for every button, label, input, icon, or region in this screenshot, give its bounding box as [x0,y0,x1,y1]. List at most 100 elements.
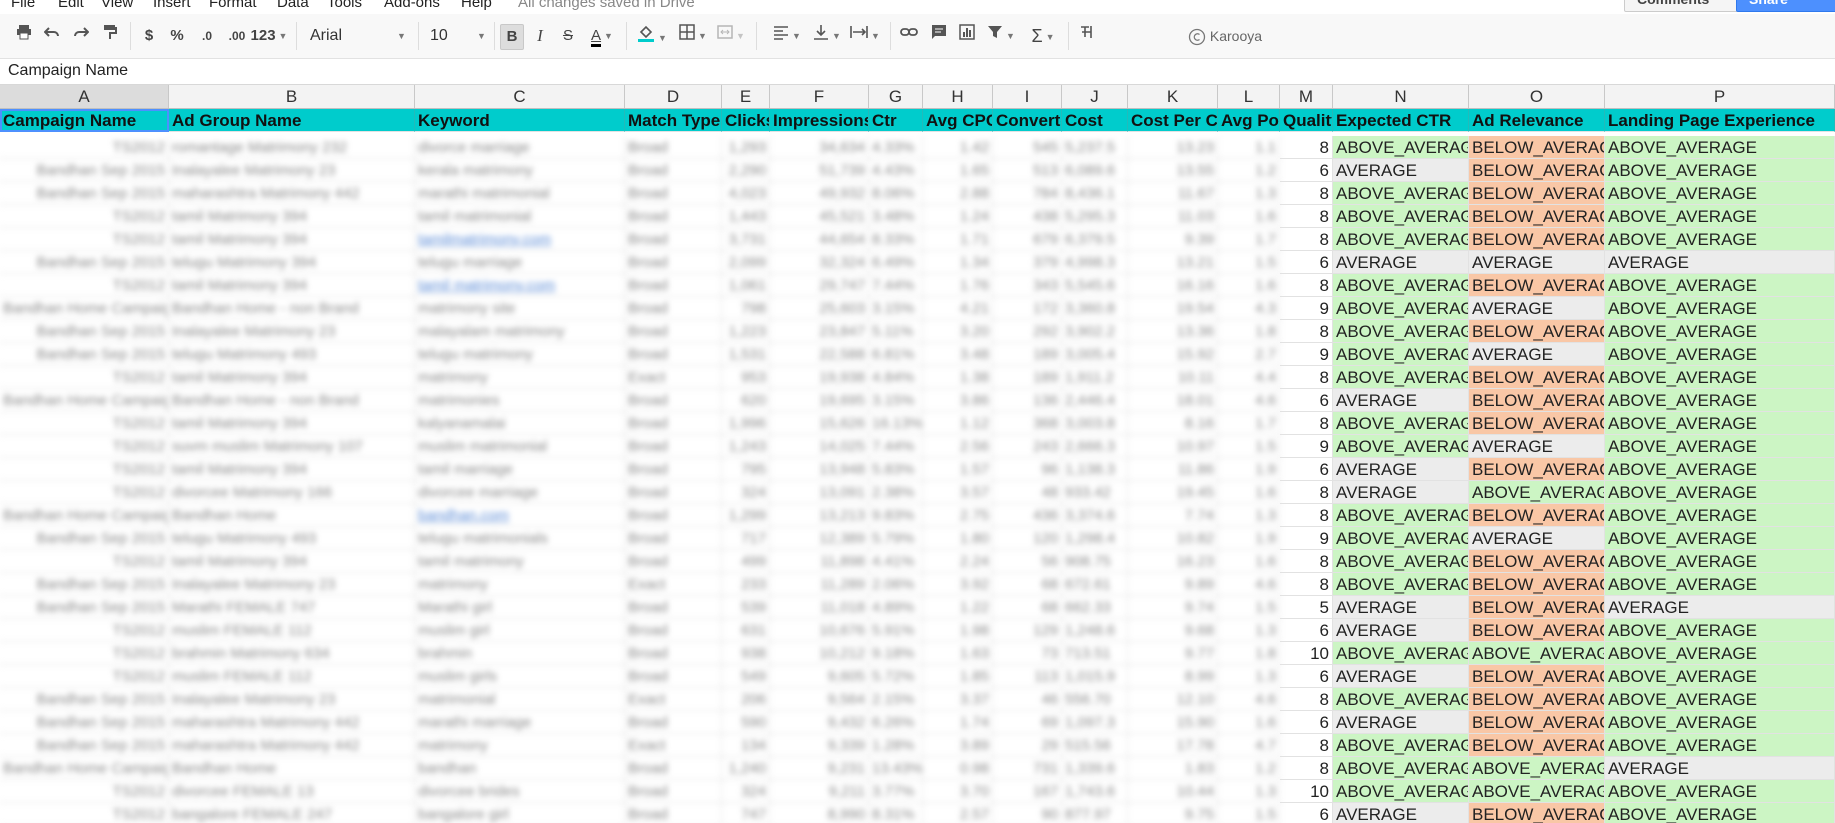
cell-c[interactable]: matrimony [415,573,625,596]
cell-n[interactable]: ABOVE_AVERAGE [1333,550,1469,573]
cell-c[interactable]: tamil matrimonial [415,205,625,228]
cell-e[interactable]: 1,061 [722,274,770,297]
cell-f[interactable]: 11,018 [770,596,869,619]
cell-j[interactable]: 1,248.6 [1062,619,1128,642]
cell-a[interactable]: Bandhan Home Campaign [0,389,169,412]
cell-p[interactable]: ABOVE_AVERAGE [1605,274,1835,297]
cell-n[interactable]: ABOVE_AVERAGE [1333,757,1469,780]
cell-b[interactable]: tamil Matrimony 394 [169,274,415,297]
cell-l[interactable]: 1.3 [1218,780,1280,803]
cell-b[interactable]: Inalayalee Matrimony 23 [169,688,415,711]
cell-o[interactable]: BELOW_AVERAGE [1469,205,1605,228]
cell-k[interactable]: 9.89 [1128,573,1218,596]
cell-n[interactable]: ABOVE_AVERAGE [1333,136,1469,159]
cell-h[interactable]: 2.88 [923,182,993,205]
header-cell[interactable]: Avg CPC [923,109,993,132]
cell-i[interactable]: 343 [993,274,1062,297]
cell-m[interactable]: 8 [1280,757,1333,780]
cell-g[interactable]: 8.33% [869,228,923,251]
redo-icon[interactable] [71,24,91,48]
cell-f[interactable]: 19,938 [770,366,869,389]
cell-h[interactable]: 3.57 [923,481,993,504]
cell-c[interactable]: kalyanamalai [415,412,625,435]
cell-l[interactable]: 1.3 [1218,182,1280,205]
undo-icon[interactable] [42,24,62,48]
cell-d[interactable]: Broad [625,596,722,619]
cell-f[interactable]: 23,847 [770,320,869,343]
cell-j[interactable]: 1,339.6 [1062,757,1128,780]
cell-m[interactable]: 8 [1280,734,1333,757]
font-size-dropdown[interactable]: 10 ▼ [430,24,486,48]
cell-l[interactable]: 1.9 [1218,527,1280,550]
cell-k[interactable]: 10.44 [1128,780,1218,803]
cell-m[interactable]: 6 [1280,619,1333,642]
cell-a[interactable]: TS2012 [0,481,169,504]
cell-e[interactable]: 1,243 [722,435,770,458]
cell-e[interactable]: 631 [722,619,770,642]
cell-g[interactable]: 8.31% [869,803,923,823]
cell-f[interactable]: 32,324 [770,251,869,274]
cell-o[interactable]: BELOW_AVERAGE [1469,458,1605,481]
italic-button[interactable]: I [530,24,550,48]
cell-k[interactable]: 19.45 [1128,481,1218,504]
cell-f[interactable]: 9,339 [770,734,869,757]
cell-p[interactable]: ABOVE_AVERAGE [1605,228,1835,251]
cell-g[interactable]: 9.18% [869,642,923,665]
cell-i[interactable]: 172 [993,297,1062,320]
cell-o[interactable]: ABOVE_AVERAGE [1469,481,1605,504]
cell-g[interactable]: 6.26% [869,711,923,734]
cell-o[interactable]: BELOW_AVERAGE [1469,711,1605,734]
cell-e[interactable]: 953 [722,366,770,389]
cell-n[interactable]: AVERAGE [1333,389,1469,412]
cell-o[interactable]: BELOW_AVERAGE [1469,228,1605,251]
cell-h[interactable]: 1.42 [923,136,993,159]
cell-m[interactable]: 6 [1280,711,1333,734]
header-cell[interactable]: Campaign Name [0,109,169,132]
cell-h[interactable]: 1.98 [923,619,993,642]
header-cell[interactable]: Quality [1280,109,1333,132]
cell-c[interactable]: matrimony site [415,297,625,320]
cell-h[interactable]: 3.20 [923,320,993,343]
cell-k[interactable]: 7.74 [1128,504,1218,527]
cell-l[interactable]: 4.6 [1218,389,1280,412]
cell-e[interactable]: 1,443 [722,205,770,228]
cell-k[interactable]: 19.54 [1128,297,1218,320]
cell-o[interactable]: ABOVE_AVERAGE [1469,780,1605,803]
cell-f[interactable]: 14,025 [770,435,869,458]
cell-b[interactable]: Bandhan Home [169,757,415,780]
cell-l[interactable]: 1.5 [1218,596,1280,619]
cell-l[interactable]: 4.3 [1218,297,1280,320]
cell-d[interactable]: Broad [625,297,722,320]
cell-a[interactable]: TS2012 [0,228,169,251]
fill-color-dropdown[interactable]: ▼ [634,24,670,48]
cell-i[interactable]: 48 [993,481,1062,504]
cell-m[interactable]: 8 [1280,412,1333,435]
cell-j[interactable]: 6,379.5 [1062,228,1128,251]
cell-a[interactable]: TS2012 [0,665,169,688]
cell-m[interactable]: 8 [1280,228,1333,251]
cell-g[interactable]: 6.49% [869,251,923,274]
cell-m[interactable]: 8 [1280,366,1333,389]
cell-l[interactable]: 1.6 [1218,205,1280,228]
header-cell[interactable]: Avg Position [1218,109,1280,132]
cell-p[interactable]: ABOVE_AVERAGE [1605,389,1835,412]
cell-c[interactable]: marathi marriage [415,711,625,734]
header-cell[interactable]: Match Type [625,109,722,132]
cell-j[interactable]: 2,446.4 [1062,389,1128,412]
column-header-f[interactable]: F [770,85,869,108]
cell-m[interactable]: 8 [1280,136,1333,159]
merge-cells-dropdown[interactable]: ▼ [714,24,748,48]
cell-e[interactable]: 549 [722,665,770,688]
cell-h[interactable]: 3.37 [923,688,993,711]
menu-file[interactable]: File [11,0,35,11]
cell-e[interactable]: 1,996 [722,412,770,435]
cell-k[interactable]: 11.03 [1128,205,1218,228]
formula-bar[interactable]: Campaign Name [0,59,1835,85]
cell-h[interactable]: 1.57 [923,458,993,481]
cell-k[interactable]: 11.86 [1128,458,1218,481]
header-cell[interactable]: Ad Group Name [169,109,415,132]
cell-n[interactable]: ABOVE_AVERAGE [1333,343,1469,366]
cell-j[interactable]: 1,298.4 [1062,527,1128,550]
cell-d[interactable]: Broad [625,274,722,297]
cell-a[interactable]: Bandhan Home Campaign [0,504,169,527]
